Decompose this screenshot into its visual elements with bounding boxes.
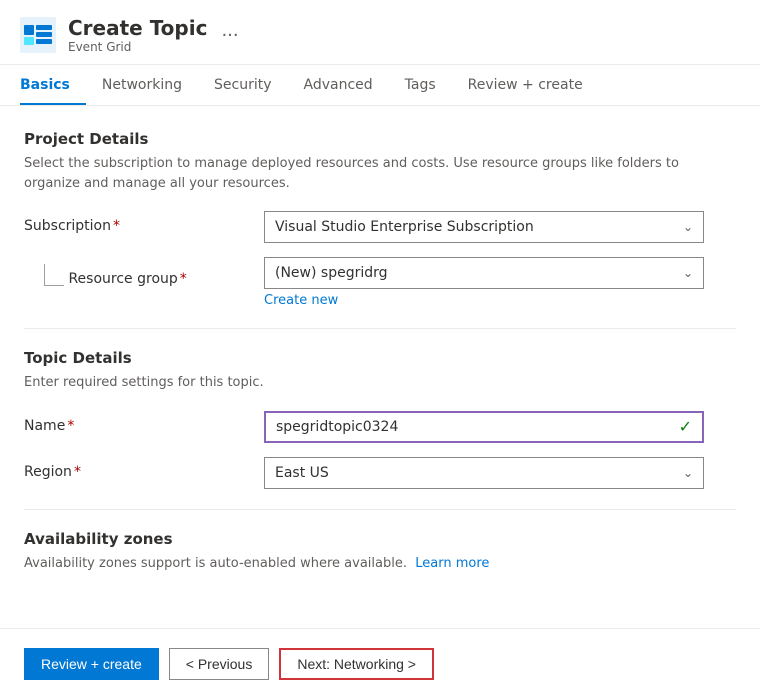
region-required: * (74, 464, 81, 480)
previous-button[interactable]: < Previous (169, 648, 270, 680)
subscription-dropdown[interactable]: Visual Studio Enterprise Subscription ⌄ (264, 211, 704, 243)
tab-basics[interactable]: Basics (20, 65, 86, 105)
event-grid-icon (20, 17, 56, 53)
availability-section: Availability zones Availability zones su… (24, 530, 736, 574)
region-row: Region* East US ⌄ (24, 457, 736, 489)
name-input[interactable]: spegridtopic0324 ✓ (264, 411, 704, 443)
project-details-desc: Select the subscription to manage deploy… (24, 154, 736, 193)
subscription-chevron-icon: ⌄ (683, 220, 693, 234)
page-header: Create Topic Event Grid ··· (0, 0, 760, 65)
name-check-icon: ✓ (679, 417, 692, 436)
topic-details-title: Topic Details (24, 349, 736, 367)
project-details-section: Project Details Select the subscription … (24, 130, 736, 308)
tab-advanced[interactable]: Advanced (288, 65, 389, 105)
name-label: Name* (24, 411, 264, 434)
subscription-control: Visual Studio Enterprise Subscription ⌄ (264, 211, 736, 243)
region-label: Region* (24, 457, 264, 480)
availability-title: Availability zones (24, 530, 736, 548)
tab-review-create[interactable]: Review + create (452, 65, 599, 105)
project-details-title: Project Details (24, 130, 736, 148)
resource-group-label: Resource group* (64, 264, 187, 287)
resource-group-row: Resource group* (New) spegridrg ⌄ Create… (24, 257, 736, 308)
header-text: Create Topic Event Grid (68, 16, 207, 54)
footer: Review + create < Previous Next: Network… (0, 628, 760, 698)
tab-bar: Basics Networking Security Advanced Tags… (0, 65, 760, 106)
divider-2 (24, 509, 736, 510)
subscription-label: Subscription* (24, 211, 264, 234)
page-subtitle: Event Grid (68, 40, 207, 54)
tab-security[interactable]: Security (198, 65, 288, 105)
rg-chevron-icon: ⌄ (683, 266, 693, 280)
subscription-required: * (113, 218, 120, 234)
more-options-button[interactable]: ··· (217, 21, 242, 50)
tab-tags[interactable]: Tags (389, 65, 452, 105)
rg-indent: Resource group* (24, 257, 264, 287)
review-create-button[interactable]: Review + create (24, 648, 159, 680)
availability-desc: Availability zones support is auto-enabl… (24, 554, 736, 574)
topic-details-section: Topic Details Enter required settings fo… (24, 349, 736, 489)
resource-group-control: (New) spegridrg ⌄ Create new (264, 257, 736, 308)
region-dropdown[interactable]: East US ⌄ (264, 457, 704, 489)
resource-group-dropdown[interactable]: (New) spegridrg ⌄ (264, 257, 704, 289)
rg-indent-line (44, 264, 64, 286)
page-title: Create Topic (68, 16, 207, 40)
main-content: Project Details Select the subscription … (0, 106, 760, 622)
divider-1 (24, 328, 736, 329)
name-required: * (67, 418, 74, 434)
rg-required: * (180, 271, 187, 287)
name-control: spegridtopic0324 ✓ (264, 411, 736, 443)
region-control: East US ⌄ (264, 457, 736, 489)
tab-networking[interactable]: Networking (86, 65, 198, 105)
topic-details-desc: Enter required settings for this topic. (24, 373, 736, 393)
learn-more-link[interactable]: Learn more (415, 556, 489, 571)
next-button[interactable]: Next: Networking > (279, 648, 434, 680)
region-chevron-icon: ⌄ (683, 466, 693, 480)
name-row: Name* spegridtopic0324 ✓ (24, 411, 736, 443)
create-new-link[interactable]: Create new (264, 293, 338, 308)
subscription-row: Subscription* Visual Studio Enterprise S… (24, 211, 736, 243)
